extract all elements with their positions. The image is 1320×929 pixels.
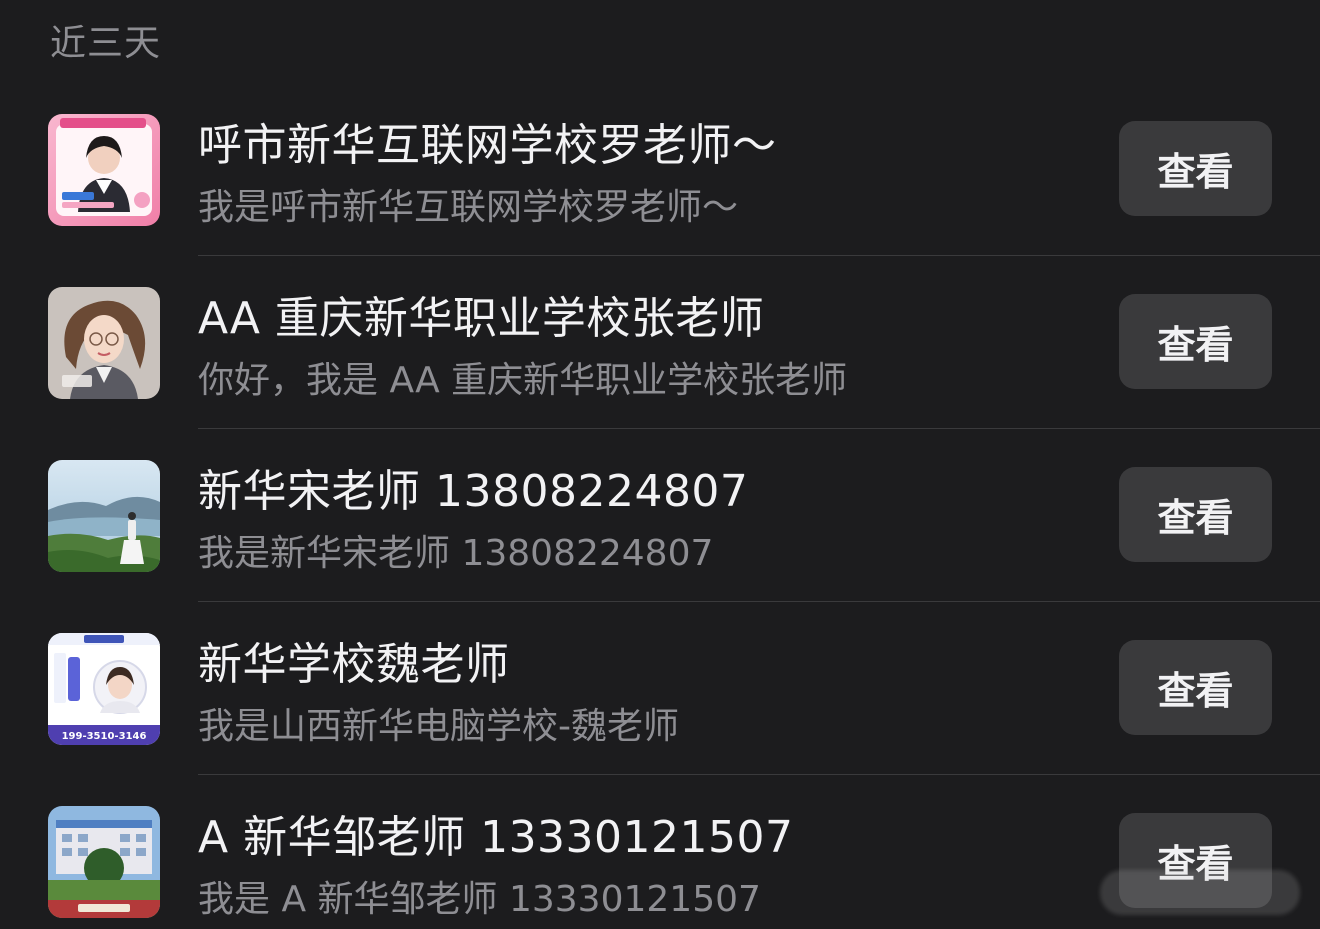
contact-message: 我是呼市新华互联网学校罗老师～ [198,187,739,228]
view-button[interactable]: 查看 [1119,467,1272,562]
contact-name: AA 重庆新华职业学校张老师 [198,293,765,344]
contact-name: 新华宋老师 13808224807 [198,466,749,517]
contact-name: 新华学校魏老师 [198,639,510,690]
view-button[interactable]: 查看 [1119,121,1272,216]
contact-message: 我是新华宋老师 13808224807 [198,533,714,574]
school-building-photo-avatar-icon[interactable] [48,806,160,918]
contact-row[interactable]: 新华宋老师 13808224807 我是新华宋老师 13808224807 查看 [0,429,1320,602]
contact-message: 我是 A 新华邹老师 13330121507 [198,879,761,920]
contact-row[interactable]: 199-3510-3146 新华学校魏老师 我是山西新华电脑学校-魏老师 查看 [0,602,1320,775]
contact-row[interactable]: AA 重庆新华职业学校张老师 你好，我是 AA 重庆新华职业学校张老师 查看 [0,256,1320,429]
view-button[interactable]: 查看 [1119,294,1272,389]
teacher-card-pink-avatar-icon[interactable] [48,114,160,226]
career-planner-card-avatar-icon[interactable]: 199-3510-3146 [48,633,160,745]
view-button[interactable]: 查看 [1119,640,1272,735]
contact-message: 你好，我是 AA 重庆新华职业学校张老师 [198,360,848,401]
contact-row[interactable]: 呼市新华互联网学校罗老师～ 我是呼市新华互联网学校罗老师～ 查看 [0,83,1320,256]
phone-number-label: 199-3510-3146 [62,731,147,742]
section-title: 近三天 [50,23,162,64]
landscape-photo-avatar-icon[interactable] [48,460,160,572]
illustrated-woman-avatar-icon[interactable] [48,287,160,399]
watermark-overlay [1100,870,1300,915]
contact-name: A 新华邹老师 13330121507 [198,812,794,863]
contact-name: 呼市新华互联网学校罗老师～ [198,120,777,171]
recent-contacts-page: 近三天 呼市新华互联网学校罗老师～ 我是呼市新华互联网学校罗老师～ 查看 AA … [0,0,1320,929]
contact-list: 呼市新华互联网学校罗老师～ 我是呼市新华互联网学校罗老师～ 查看 AA 重庆新华… [0,83,1320,929]
contact-message: 我是山西新华电脑学校-魏老师 [198,706,679,747]
